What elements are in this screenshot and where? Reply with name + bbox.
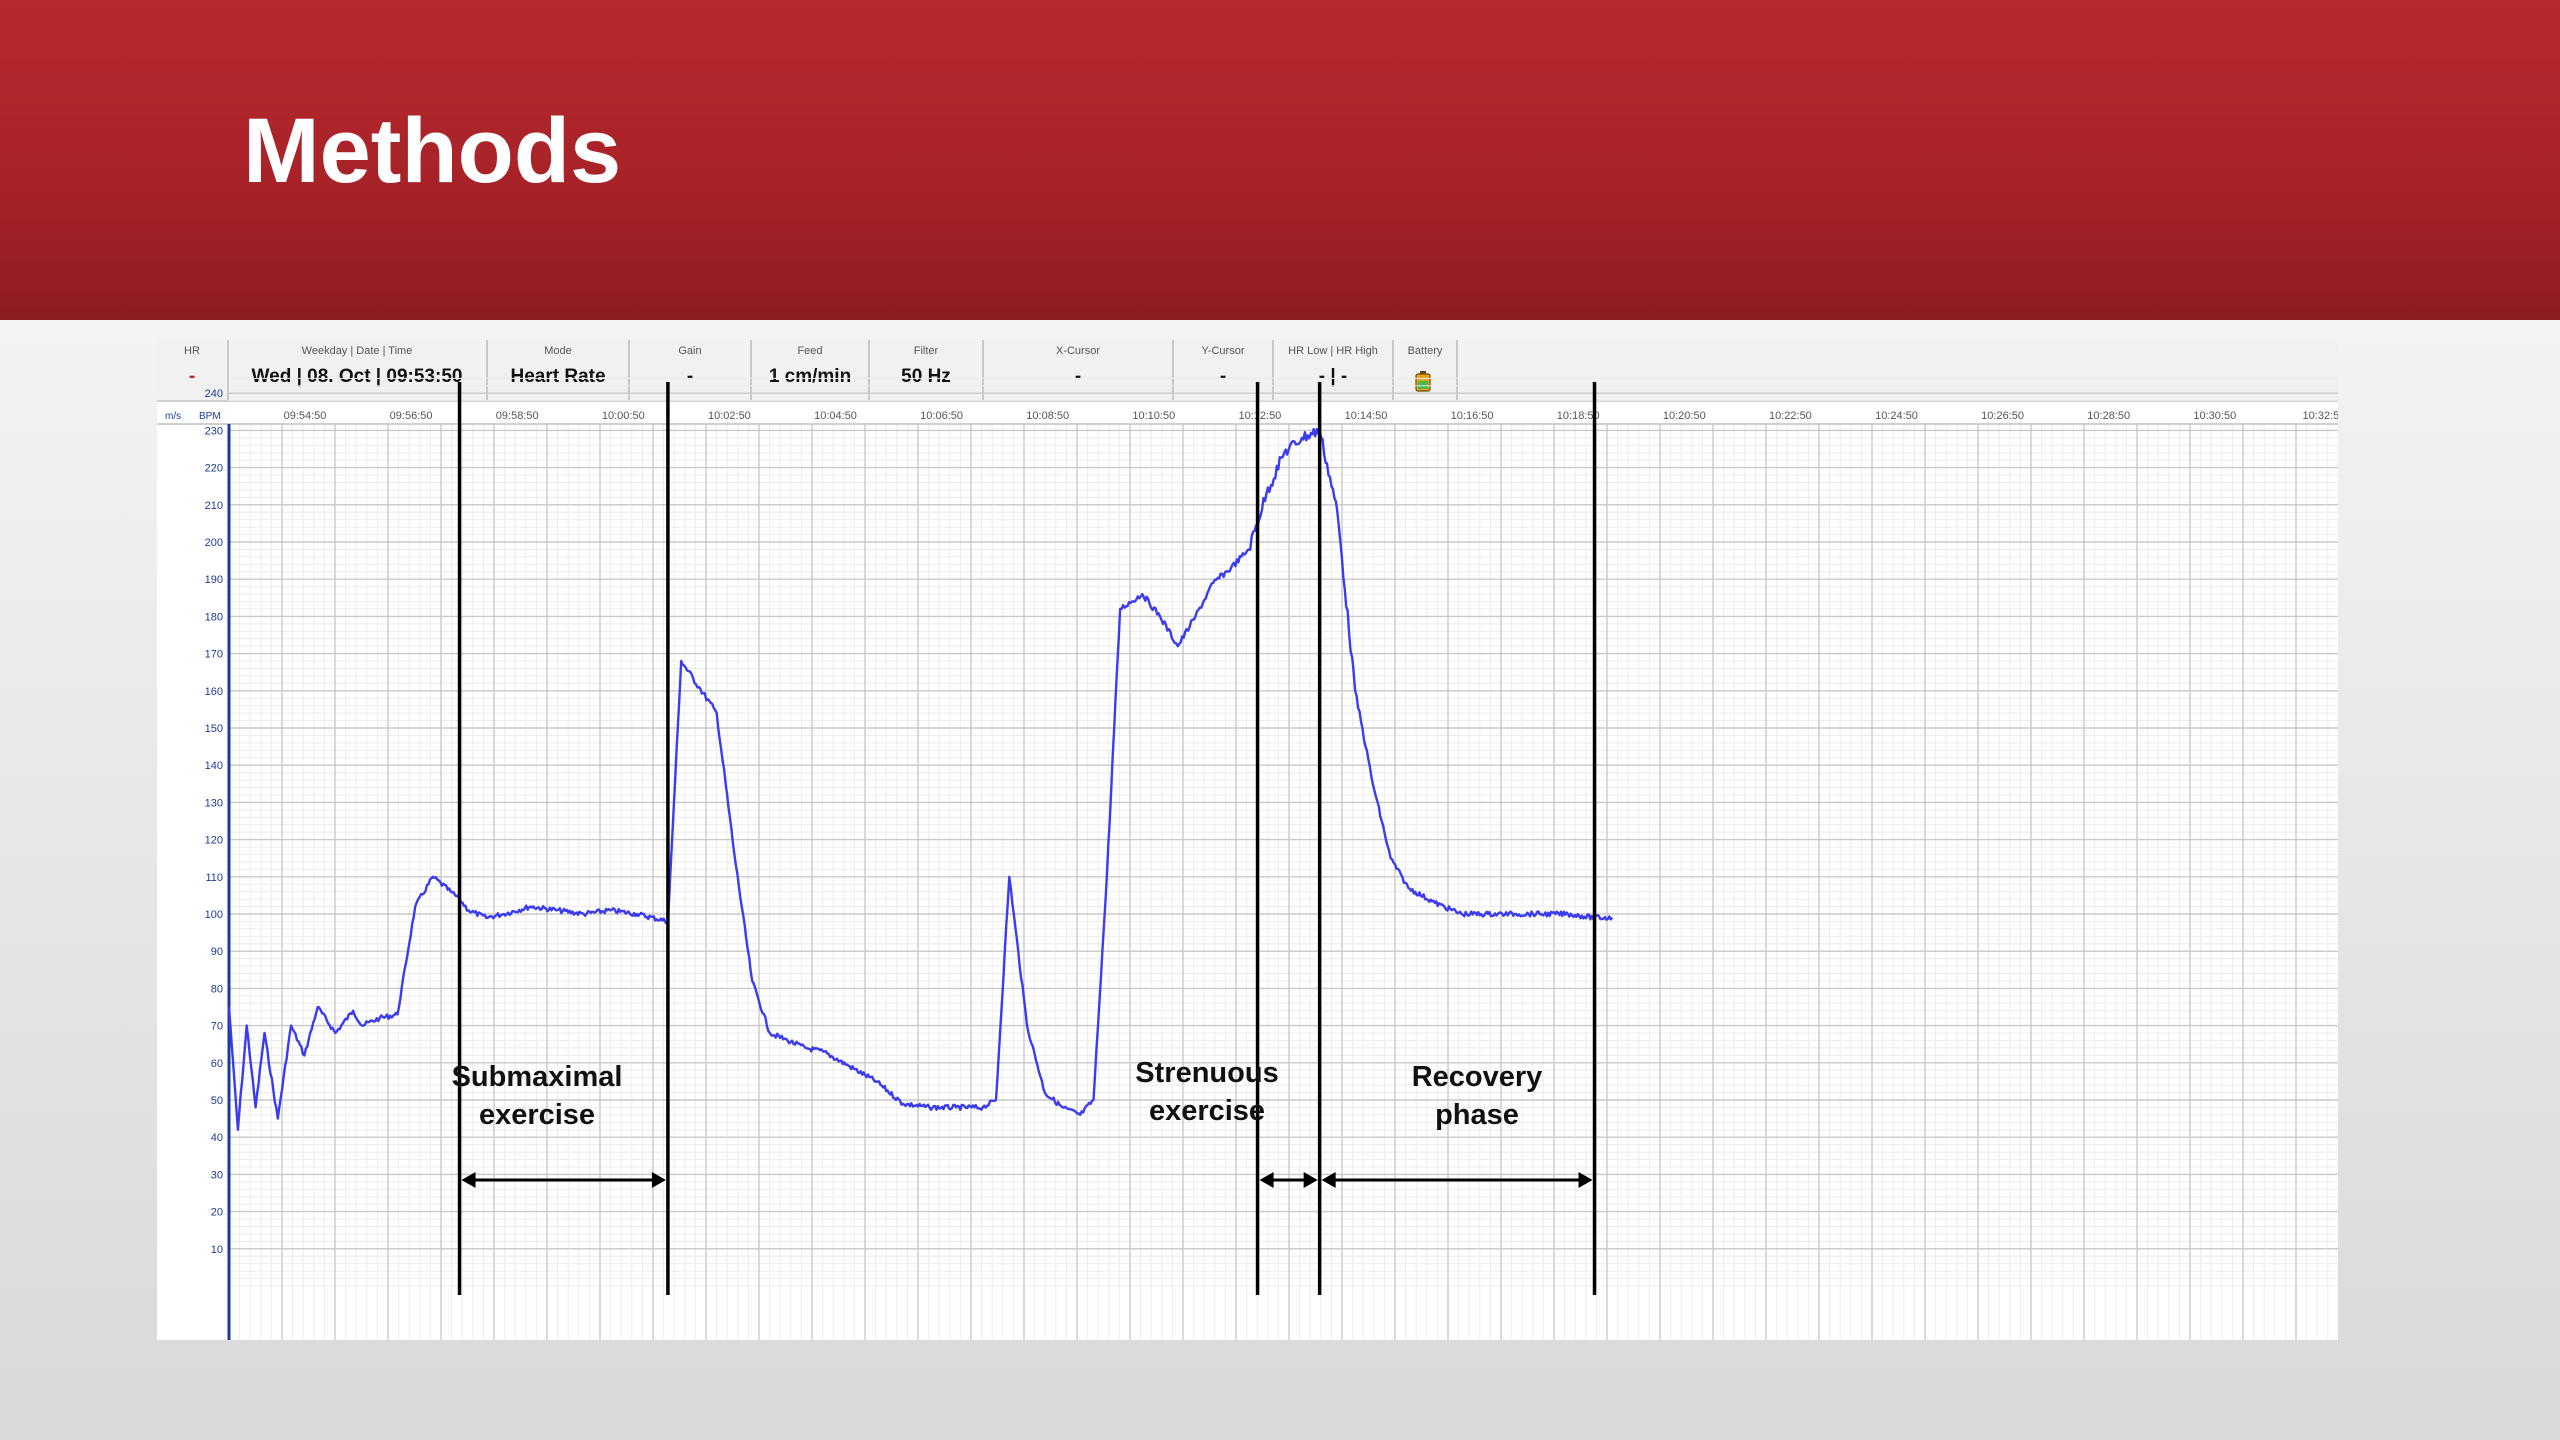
y-tick-label: 140 — [205, 760, 223, 772]
x-tick-label: 10:28:50 — [2087, 410, 2130, 422]
x-tick-label: 10:16:50 — [1451, 410, 1494, 422]
grid-minor — [228, 377, 2338, 1340]
y-tick-label: 60 — [211, 1058, 223, 1070]
y-tick-label: 90 — [211, 946, 223, 958]
x-tick-label: 10:20:50 — [1663, 410, 1706, 422]
x-tick-label: 09:54:50 — [284, 410, 327, 422]
y-tick-label: 70 — [211, 1021, 223, 1033]
y-tick-label: 20 — [211, 1207, 223, 1219]
y-tick-label: 230 — [205, 425, 223, 437]
y-tick-label: 220 — [205, 463, 223, 475]
x-tick-label: 10:00:50 — [602, 410, 645, 422]
title-bar: Methods — [0, 0, 2560, 320]
unit-bpm: BPM — [199, 411, 221, 422]
y-tick-label: 120 — [205, 835, 223, 847]
y-tick-label: 80 — [211, 983, 223, 995]
y-tick-label: 150 — [205, 723, 223, 735]
y-tick-label: 110 — [205, 872, 223, 884]
x-tick-label: 10:24:50 — [1875, 410, 1918, 422]
y-tick-label: 170 — [205, 649, 223, 661]
x-tick-label: 10:08:50 — [1026, 410, 1069, 422]
unit-ms: m/s — [165, 411, 181, 422]
x-tick-label: 10:22:50 — [1769, 410, 1812, 422]
x-tick-label: 10:30:50 — [2193, 410, 2236, 422]
x-tick-label: 10:32:5 — [2303, 410, 2338, 422]
x-tick-label: 10:14:50 — [1345, 410, 1388, 422]
y-tick-label: 40 — [211, 1132, 223, 1144]
y-tick-label: 10 — [211, 1244, 223, 1256]
phase-label-submaximal: Submaximal exercise — [451, 1061, 623, 1131]
x-tick-label: 10:10:50 — [1132, 410, 1175, 422]
x-tick-label: 10:06:50 — [920, 410, 963, 422]
y-tick-label: 50 — [211, 1095, 223, 1107]
x-tick-label: 10:12:50 — [1238, 410, 1281, 422]
heart-rate-chart: m/s BPM 09:54:50 09:56:50 09:58:50 10:00:50 10… — [157, 377, 2338, 1340]
y-tick-label: 240 — [205, 388, 223, 400]
y-tick-label: 30 — [211, 1169, 223, 1181]
hr-monitor-window: HR - Weekday | Date | Time Wed | 08. Oct… — [157, 340, 2338, 1340]
y-tick-label: 100 — [205, 909, 223, 921]
phase-label-recovery: Recovery phase — [1411, 1061, 1543, 1131]
phase-label-strenuous: Strenuous exercise — [1135, 1057, 1279, 1127]
y-tick-label: 200 — [205, 537, 223, 549]
y-tick-label: 160 — [205, 686, 223, 698]
x-tick-label: 10:04:50 — [814, 410, 857, 422]
grid-major — [228, 392, 2338, 1340]
y-tick-label: 130 — [205, 797, 223, 809]
x-tick-label: 10:26:50 — [1981, 410, 2024, 422]
y-tick-label: 190 — [205, 574, 223, 586]
x-tick-label: 09:56:50 — [390, 410, 433, 422]
x-tick-label: 09:58:50 — [496, 410, 539, 422]
y-tick-label: 210 — [205, 500, 223, 512]
x-tick-label: 10:02:50 — [708, 410, 751, 422]
slide-title: Methods — [243, 100, 622, 202]
y-tick-label: 180 — [205, 611, 223, 623]
